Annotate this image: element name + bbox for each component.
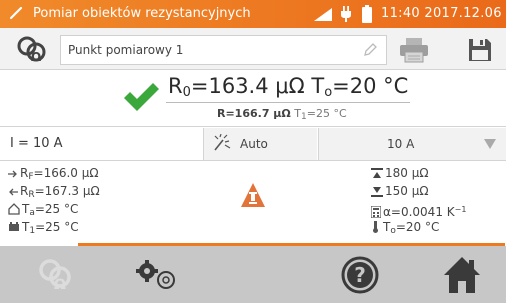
current-display: I = 10 A [10, 136, 63, 151]
t1-row: T1=25 °C [8, 220, 79, 239]
auto-mode-button[interactable]: Auto [203, 128, 317, 160]
bottom-toolbar: Ω ? [0, 246, 506, 303]
t1-label: T [294, 107, 301, 120]
ta-value: =25 °C [34, 202, 79, 216]
home-icon[interactable] [442, 255, 482, 295]
main-result: R0=163.4 μΩ To=20 °C [168, 74, 408, 100]
to-row-value: =20 °C [395, 220, 440, 234]
alpha-exp: −1 [454, 205, 467, 214]
lower-limit-icon [371, 187, 383, 197]
probe-icon [9, 6, 23, 20]
rr-row: RR=167.3 μΩ [8, 184, 100, 203]
rr-value: =167.3 μΩ [34, 184, 100, 198]
rf-value: =166.0 μΩ [33, 166, 99, 180]
printer-icon[interactable] [398, 37, 430, 63]
checkmark-icon [124, 83, 159, 111]
upper-limit-value: 180 μΩ [385, 166, 429, 180]
arrow-left-icon [9, 188, 18, 196]
to-sub: o [324, 85, 333, 100]
result-divider [166, 102, 410, 103]
to-label: T [311, 74, 325, 98]
controls-row: I = 10 A Auto 10 A [0, 128, 506, 161]
auto-mode-label: Auto [240, 137, 268, 151]
resistance-mode-icon[interactable]: Ω [36, 256, 76, 292]
upper-limit-icon [371, 168, 383, 178]
r0-sub: 0 [182, 85, 191, 100]
details-panel: RF=166.0 μΩ RR=167.3 μΩ Ta=25 °C T1=25 °… [0, 162, 506, 243]
rf-row: RF=166.0 μΩ [8, 166, 99, 185]
resistance-logo-icon[interactable]: Ω [14, 34, 50, 64]
svg-text:?: ? [354, 263, 366, 287]
thermometer-icon [373, 221, 378, 233]
lower-limit-row: 150 μΩ [371, 184, 429, 199]
house-temp-icon [8, 203, 20, 215]
lower-limit-value: 150 μΩ [385, 184, 429, 198]
signal-icon [314, 8, 332, 21]
calculator-icon [370, 205, 382, 219]
dropdown-arrow-icon [484, 139, 496, 149]
r0-value: =163.4 μΩ [190, 74, 305, 98]
pencil-icon[interactable] [362, 42, 378, 58]
main-result-panel: R0=163.4 μΩ To=20 °C R=166.7 μΩ T1=25 °C [0, 70, 506, 127]
secondary-result: R=166.7 μΩ T1=25 °C [217, 107, 347, 122]
save-disk-icon[interactable] [468, 38, 492, 62]
clock: 11:40 2017.12.06 [381, 6, 502, 21]
alpha-value: α=0.0041 K [383, 205, 455, 219]
header-bar: Ω Punkt pomiarowy 1 [0, 28, 506, 70]
settings-gears-icon[interactable] [134, 259, 178, 291]
help-icon[interactable]: ? [341, 256, 379, 294]
t1-value: =25 °C [306, 107, 347, 120]
current-range-select[interactable]: 10 A [318, 128, 506, 160]
r-value: R=166.7 μΩ [217, 107, 291, 120]
t1-row-value: =25 °C [35, 220, 79, 234]
object-temp-icon [9, 222, 19, 231]
svg-text:Ω: Ω [31, 50, 41, 64]
current-range-value: 10 A [387, 137, 415, 151]
window-title: Pomiar obiektów rezystancyjnych [33, 6, 251, 21]
measurement-point-name: Punkt pomiarowy 1 [68, 43, 184, 57]
upper-limit-row: 180 μΩ [371, 166, 429, 181]
to-row: To=20 °C [371, 220, 439, 239]
status-bar: Pomiar obiektów rezystancyjnych 11:40 20… [0, 0, 506, 28]
battery-icon [362, 5, 372, 23]
svg-text:Ω: Ω [54, 277, 66, 292]
warning-icon [241, 183, 265, 207]
r0-label: R [168, 74, 183, 98]
power-plug-icon [341, 6, 351, 22]
auto-probe-icon [214, 134, 231, 151]
measurement-point-field[interactable]: Punkt pomiarowy 1 [60, 35, 387, 65]
arrow-right-icon [8, 170, 17, 178]
to-value: =20 °C [332, 74, 409, 98]
alpha-row: α=0.0041 K−1 [370, 202, 467, 220]
ta-row: Ta=25 °C [8, 202, 78, 221]
